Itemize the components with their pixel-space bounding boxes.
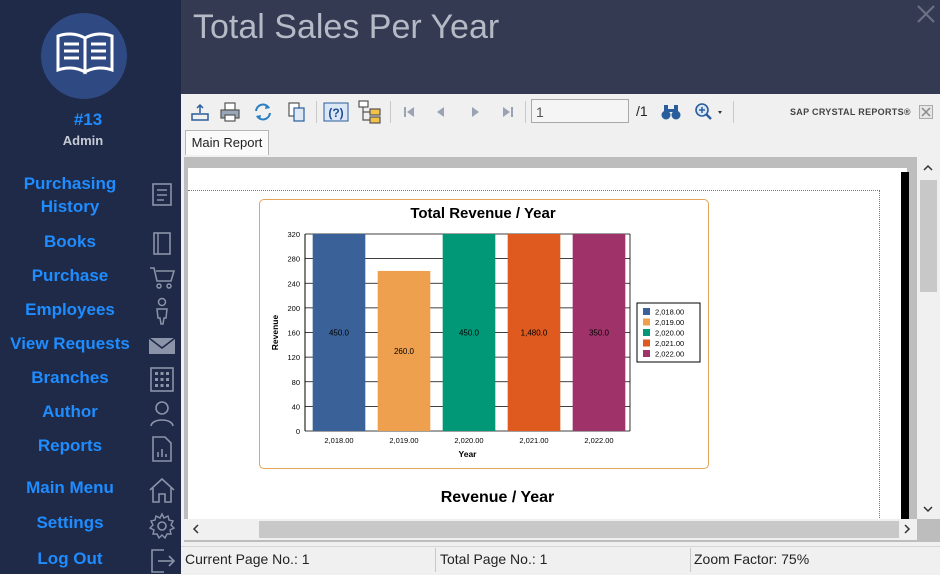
legend-swatch: [643, 329, 650, 336]
x-axis-label: Year: [459, 449, 478, 459]
legend-label: 2,020.00: [655, 329, 684, 338]
data-label: 260.0: [394, 347, 415, 356]
legend-swatch: [643, 350, 650, 357]
legend-swatch: [643, 308, 650, 315]
scroll-right-icon[interactable]: [901, 523, 913, 535]
y-tick-label: 40: [292, 402, 300, 411]
vertical-scroll-thumb[interactable]: [920, 180, 937, 292]
section-title: Revenue / Year: [440, 489, 555, 506]
data-label: 1,480.0: [521, 329, 548, 338]
y-axis-label: Revenue: [270, 315, 280, 351]
status-separator: [435, 548, 436, 572]
y-tick-label: 160: [287, 329, 300, 338]
x-tick-label: 2,020.00: [454, 436, 483, 445]
y-tick-label: 320: [287, 230, 300, 239]
legend-swatch: [643, 318, 650, 326]
scroll-up-icon[interactable]: [922, 162, 934, 174]
scroll-down-icon[interactable]: [922, 503, 934, 515]
y-tick-label: 200: [287, 304, 300, 313]
x-tick-label: 2,021.00: [519, 436, 548, 445]
data-label: 350.0: [589, 329, 610, 338]
horizontal-scroll-thumb[interactable]: [259, 521, 899, 538]
legend-label: 2,019.00: [655, 318, 684, 327]
bar-chart: 0 40 80 120 160 200 240 280 320 450.0 2,018.00 260.…: [270, 230, 701, 459]
legend-label: 2,018.00: [655, 308, 684, 317]
y-tick-label: 240: [287, 279, 300, 288]
status-current-page: Current Page No.: 1: [185, 551, 310, 567]
data-label: 450.0: [459, 329, 480, 338]
status-separator: [690, 548, 691, 572]
status-zoom-factor: Zoom Factor: 75%: [694, 551, 810, 567]
y-tick-label: 120: [287, 353, 300, 362]
x-tick-label: 2,019.00: [389, 436, 418, 445]
x-tick-label: 2,022.00: [584, 436, 613, 445]
scroll-left-icon[interactable]: [190, 523, 202, 535]
legend-label: 2,022.00: [655, 350, 684, 359]
y-tick-label: 0: [296, 427, 300, 436]
legend-label: 2,021.00: [655, 339, 684, 348]
y-tick-label: 80: [292, 378, 300, 387]
status-total-page: Total Page No.: 1: [440, 551, 548, 567]
y-tick-label: 280: [287, 255, 300, 264]
legend-swatch: [643, 339, 650, 347]
data-label: 450.0: [329, 329, 350, 338]
x-tick-label: 2,018.00: [324, 436, 353, 445]
